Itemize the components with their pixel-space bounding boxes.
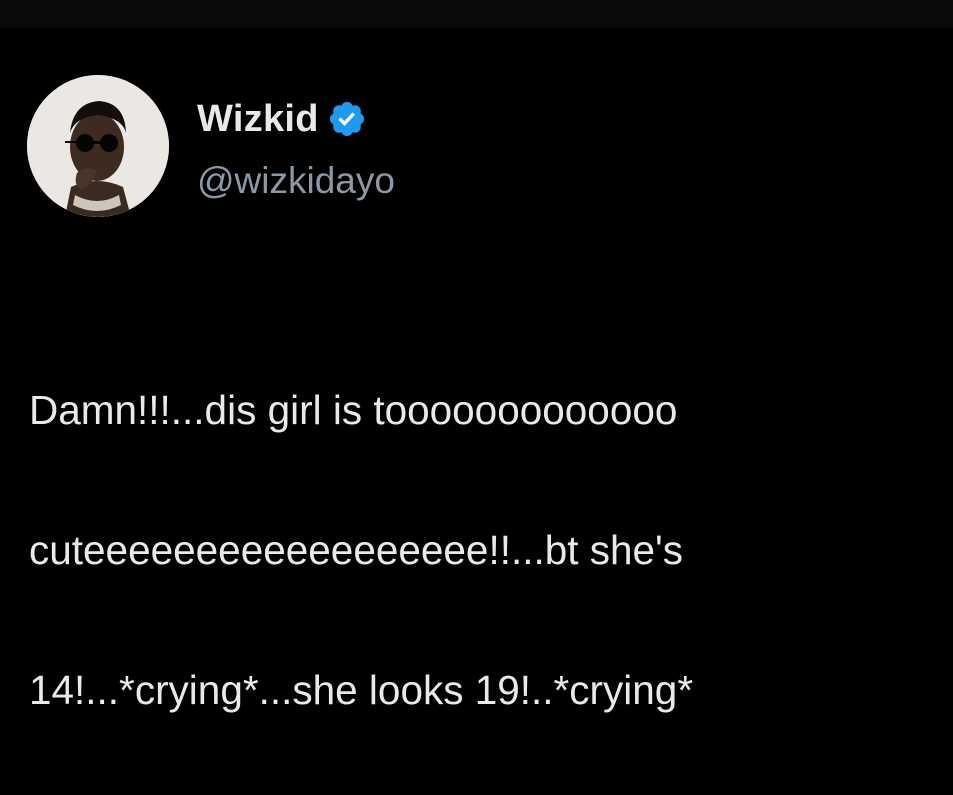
tweet-text-line: Damn!!!...dis girl is tooooooooooooo [29, 387, 678, 433]
tweet-text: Damn!!!...dis girl is tooooooooooooo cut… [29, 305, 929, 795]
avatar-photo-icon [27, 75, 169, 217]
author-display-name[interactable]: Wizkid [197, 98, 319, 141]
author-name-row[interactable]: Wizkid [197, 95, 367, 143]
verified-badge-icon [327, 99, 367, 139]
author-handle[interactable]: @wizkidayo [197, 160, 395, 202]
top-strip [0, 0, 953, 28]
avatar[interactable] [27, 75, 169, 217]
tweet-text-line: cuteeeeeeeeeeeeeeeeee!!...bt she's [29, 527, 684, 573]
tweet-text-line: 14!...*crying*...she looks 19!..*crying* [29, 667, 694, 713]
tweet-card: Wizkid @wizkidayo Damn!!!...dis girl is … [0, 28, 953, 713]
